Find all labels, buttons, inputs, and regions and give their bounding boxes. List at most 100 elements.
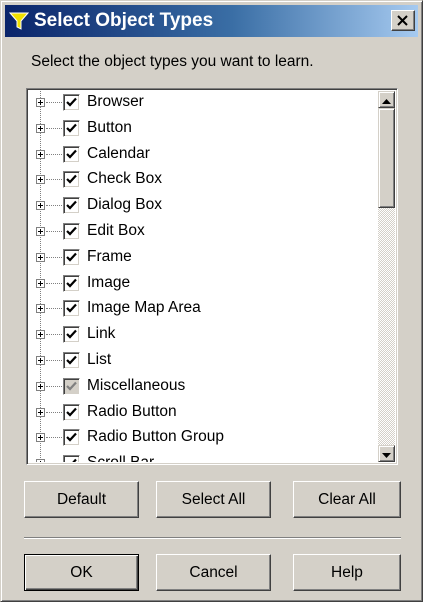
instruction-text: Select the object types you want to lear… (31, 53, 314, 70)
ok-button[interactable]: OK (24, 554, 139, 591)
expand-plus-icon[interactable] (36, 459, 45, 462)
item-checkbox[interactable] (63, 119, 80, 137)
object-types-list: Browser Button Calendar Check Box Dialog Box… (29, 91, 381, 462)
tree-connector (46, 256, 62, 258)
checkmark-icon (66, 304, 77, 313)
item-label: Frame (87, 247, 132, 265)
expand-plus-icon[interactable] (36, 381, 45, 391)
vertical-scrollbar[interactable] (378, 91, 395, 462)
item-label: Radio Button Group (87, 428, 225, 446)
tree-connector (46, 153, 62, 155)
item-label: Button (87, 118, 132, 136)
arrow-up-icon (382, 91, 391, 109)
scroll-down-button[interactable] (378, 445, 395, 462)
tree-connector (46, 179, 62, 181)
expand-plus-icon[interactable] (36, 278, 45, 288)
checkmark-icon (66, 97, 77, 107)
tree-item[interactable]: Check Box (29, 168, 381, 192)
item-label: Calendar (87, 144, 150, 162)
expand-plus-icon[interactable] (36, 407, 45, 417)
tree-connector (46, 334, 62, 336)
checkmark-icon (66, 407, 77, 417)
item-checkbox[interactable] (63, 171, 80, 189)
expand-plus-icon[interactable] (36, 123, 45, 133)
item-checkbox[interactable] (63, 429, 80, 447)
checkmark-icon (66, 226, 77, 236)
tree-item[interactable]: Edit Box (29, 220, 381, 244)
arrow-down-icon (382, 445, 391, 463)
expand-plus-icon[interactable] (36, 330, 45, 340)
tree-item[interactable]: Image Map Area (29, 297, 381, 321)
clear-all-button[interactable]: Clear All (293, 481, 401, 518)
help-button[interactable]: Help (293, 554, 401, 591)
tree-item[interactable]: Browser (29, 91, 381, 115)
expand-plus-icon[interactable] (36, 98, 45, 107)
expand-plus-icon[interactable] (36, 201, 45, 211)
item-checkbox[interactable] (63, 455, 80, 462)
checkmark-icon (66, 329, 77, 339)
item-label: List (87, 351, 112, 368)
checkmark-icon (66, 355, 77, 365)
item-checkbox[interactable] (63, 377, 80, 395)
close-button[interactable] (391, 10, 415, 31)
checkmark-icon (66, 175, 77, 184)
dialog-title: Select Object Types (34, 10, 214, 31)
expand-plus-icon[interactable] (36, 304, 45, 314)
title-bar[interactable]: Select Object Types (5, 5, 418, 37)
funnel-icon (8, 10, 30, 32)
checkmark-icon (66, 278, 77, 288)
checkmark-icon (66, 200, 77, 210)
tree-item[interactable]: Scroll Bar (29, 452, 381, 462)
close-icon (397, 10, 409, 32)
tree-connector (46, 411, 62, 413)
item-checkbox[interactable] (63, 145, 80, 163)
tree-connector (46, 231, 62, 232)
tree-connector (46, 385, 62, 387)
tree-item[interactable]: Dialog Box (29, 194, 381, 218)
tree-item[interactable]: Image (29, 272, 381, 296)
item-checkbox[interactable] (63, 274, 80, 292)
tree-item[interactable]: Radio Button (29, 401, 381, 425)
tree-item[interactable]: Calendar (29, 143, 381, 167)
tree-item[interactable]: Link (29, 323, 381, 347)
expand-plus-icon[interactable] (36, 175, 45, 185)
tree-connector (46, 437, 62, 439)
scroll-thumb[interactable] (378, 108, 395, 208)
item-label: Image (87, 273, 131, 291)
item-label: Check Box (87, 170, 162, 188)
item-label: Radio Button (87, 402, 177, 420)
tree-item[interactable]: Frame (29, 246, 381, 270)
checkmark-icon (66, 149, 77, 159)
tree-connector (46, 308, 62, 310)
item-checkbox[interactable] (63, 223, 80, 240)
item-checkbox[interactable] (63, 197, 80, 215)
expand-plus-icon[interactable] (36, 433, 45, 443)
item-checkbox[interactable] (63, 352, 80, 369)
select-all-button[interactable]: Select All (156, 481, 271, 518)
item-label: Dialog Box (87, 196, 162, 214)
checkmark-icon (66, 123, 77, 133)
checkmark-icon (66, 433, 77, 442)
item-label: Browser (87, 93, 144, 110)
scroll-up-button[interactable] (378, 91, 395, 108)
select-object-types-dialog: Select Object Types Select the object ty… (0, 0, 423, 602)
item-checkbox[interactable] (63, 248, 80, 266)
tree-connector (46, 102, 62, 103)
tree-item[interactable]: Miscellaneous (29, 375, 381, 399)
expand-plus-icon[interactable] (36, 149, 45, 159)
checkmark-icon (72, 458, 77, 462)
tree-item[interactable]: List (29, 349, 381, 373)
expand-plus-icon[interactable] (36, 356, 45, 365)
checkmark-icon (66, 252, 77, 262)
cancel-button[interactable]: Cancel (156, 554, 271, 591)
expand-plus-icon[interactable] (36, 227, 45, 236)
item-checkbox[interactable] (63, 403, 80, 421)
item-checkbox[interactable] (63, 94, 80, 111)
item-checkbox[interactable] (63, 300, 80, 318)
item-checkbox[interactable] (63, 326, 80, 344)
object-types-tree[interactable]: Browser Button Calendar Check Box Dialog Box… (26, 88, 398, 465)
expand-plus-icon[interactable] (36, 252, 45, 262)
tree-item[interactable]: Button (29, 117, 381, 141)
tree-item[interactable]: Radio Button Group (29, 426, 381, 450)
default-button[interactable]: Default (24, 481, 139, 518)
